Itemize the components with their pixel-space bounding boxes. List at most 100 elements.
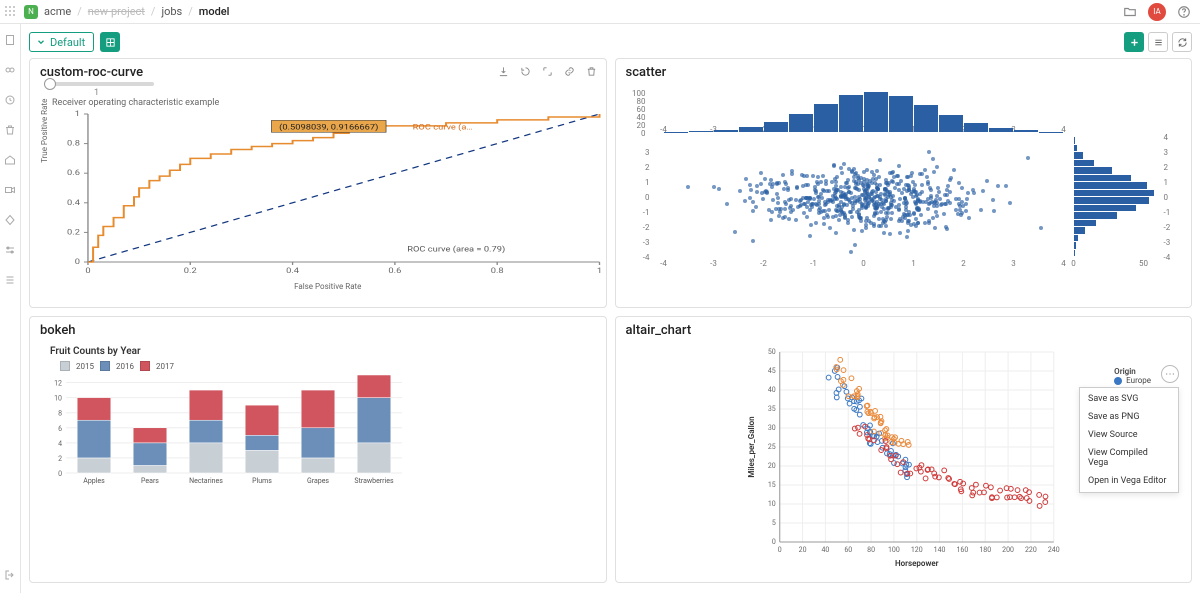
view-selector[interactable]: Default (29, 32, 94, 52)
chart-options-menu: Save as SVG Save as PNG View Source View… (1079, 387, 1179, 493)
layout-lock-button[interactable] (100, 32, 120, 52)
svg-text:Grapes: Grapes (307, 477, 329, 485)
panel-title: scatter (626, 65, 1184, 80)
frame-slider[interactable]: 1 (44, 82, 598, 98)
svg-text:200: 200 (1002, 546, 1014, 554)
rail-sliders-icon[interactable] (2, 242, 18, 258)
scatter-chart: -4-4-3-3-2-2-1-10011223344-4-3-2-10123-4… (624, 82, 1184, 282)
svg-text:35: 35 (767, 405, 775, 413)
svg-text:12: 12 (54, 380, 62, 388)
svg-text:Nectarines: Nectarines (189, 477, 223, 485)
rail-trash-icon[interactable] (2, 122, 18, 138)
breadcrumb-acme[interactable]: acme (44, 5, 71, 18)
svg-text:240: 240 (1047, 546, 1059, 554)
list-view-button[interactable] (1148, 32, 1168, 52)
svg-text:140: 140 (933, 546, 945, 554)
svg-text:0.4: 0.4 (286, 267, 299, 275)
legend-title: Origin (1114, 367, 1151, 376)
breadcrumb-project[interactable]: new-project (88, 5, 145, 18)
rail-video-icon[interactable] (2, 182, 18, 198)
svg-text:0.6: 0.6 (388, 267, 401, 275)
menu-save-svg[interactable]: Save as SVG (1080, 390, 1178, 408)
chart-options-button[interactable]: ⋯ (1161, 365, 1179, 383)
add-panel-button[interactable] (1124, 32, 1144, 52)
svg-text:160: 160 (956, 546, 968, 554)
svg-text:(0.5098039, 0.9166667): (0.5098039, 0.9166667) (279, 123, 378, 132)
breadcrumb-jobs[interactable]: jobs (161, 5, 182, 18)
menu-open-vega-editor[interactable]: Open in Vega Editor (1080, 472, 1178, 490)
list-icon (1153, 37, 1164, 48)
svg-text:1: 1 (597, 267, 602, 275)
workspace-badge[interactable]: N (24, 5, 38, 19)
svg-text:25: 25 (767, 443, 775, 451)
svg-text:2: 2 (58, 455, 62, 463)
drag-handle-icon[interactable] (4, 5, 18, 19)
rail-diamond-icon[interactable] (2, 212, 18, 228)
panel-roc: custom-roc-curve 1 Receiver operating ch… (29, 58, 607, 308)
breadcrumb-model[interactable]: model (199, 5, 230, 18)
rail-clock-icon[interactable] (2, 92, 18, 108)
svg-text:0: 0 (777, 546, 781, 554)
reload-icon[interactable] (520, 65, 532, 77)
svg-text:Apples: Apples (83, 477, 105, 485)
svg-text:6: 6 (58, 425, 62, 433)
chart-legend: Origin Europe (1114, 367, 1151, 385)
chart-legend: 2015 2016 2017 (60, 361, 174, 371)
svg-text:15: 15 (767, 481, 775, 489)
svg-text:ROC curve (a…: ROC curve (a… (413, 123, 473, 132)
avatar[interactable]: IA (1148, 3, 1166, 21)
svg-text:0: 0 (58, 470, 62, 478)
topbar: N acme / new-project / jobs / model IA (0, 0, 1200, 24)
panel-title: bokeh (40, 323, 598, 338)
legend-item: 2016 (116, 362, 134, 371)
refresh-button[interactable] (1172, 32, 1192, 52)
svg-text:20: 20 (798, 546, 806, 554)
svg-text:0.2: 0.2 (67, 228, 80, 236)
rail-link-icon[interactable] (2, 62, 18, 78)
svg-text:220: 220 (1025, 546, 1037, 554)
svg-text:0.8: 0.8 (67, 140, 80, 148)
svg-text:60: 60 (844, 546, 852, 554)
panel-bokeh: bokeh Fruit Counts by Year 2015 2016 201… (29, 316, 607, 583)
svg-text:10: 10 (54, 395, 62, 403)
svg-text:Strawberries: Strawberries (354, 477, 394, 485)
legend-item: 2017 (156, 362, 174, 371)
svg-text:Miles_per_Gallon: Miles_per_Gallon (746, 416, 755, 478)
svg-text:5: 5 (771, 519, 775, 527)
breadcrumb-separator: / (151, 5, 156, 18)
svg-text:ROC curve (area = 0.79): ROC curve (area = 0.79) (407, 245, 505, 254)
svg-text:1: 1 (75, 110, 80, 118)
svg-text:Pears: Pears (141, 477, 159, 485)
panel-tools (498, 65, 598, 77)
svg-text:4: 4 (58, 440, 62, 448)
svg-text:80: 80 (867, 546, 875, 554)
legend-item: Europe (1126, 376, 1151, 385)
menu-save-png[interactable]: Save as PNG (1080, 408, 1178, 426)
svg-text:0: 0 (85, 267, 91, 275)
svg-text:Plums: Plums (252, 477, 272, 485)
rail-list-icon[interactable] (2, 272, 18, 288)
rail-logout-icon[interactable] (2, 567, 18, 583)
download-icon[interactable] (498, 65, 510, 77)
rail-home-icon[interactable] (2, 152, 18, 168)
svg-text:0.6: 0.6 (67, 169, 80, 177)
menu-view-vega[interactable]: View Compiled Vega (1080, 444, 1178, 472)
svg-text:180: 180 (979, 546, 991, 554)
grid-lock-icon (105, 37, 116, 48)
refresh-icon (1177, 37, 1188, 48)
folder-icon[interactable] (1122, 4, 1138, 20)
chart-subtitle: Receiver operating characteristic exampl… (52, 98, 598, 108)
expand-icon[interactable] (542, 65, 554, 77)
trash-icon[interactable] (586, 65, 598, 77)
menu-view-source[interactable]: View Source (1080, 426, 1178, 444)
rail-doc-icon[interactable] (2, 32, 18, 48)
panel-toolbar: Default (29, 32, 1192, 52)
svg-text:100: 100 (888, 546, 900, 554)
svg-text:45: 45 (767, 367, 775, 375)
y-axis-label: True Positive Rate (40, 99, 49, 163)
chart-title: Fruit Counts by Year (50, 346, 598, 357)
link-icon[interactable] (564, 65, 576, 77)
help-icon[interactable] (1176, 4, 1192, 20)
svg-text:10: 10 (767, 500, 775, 508)
breadcrumb-separator: / (77, 5, 82, 18)
